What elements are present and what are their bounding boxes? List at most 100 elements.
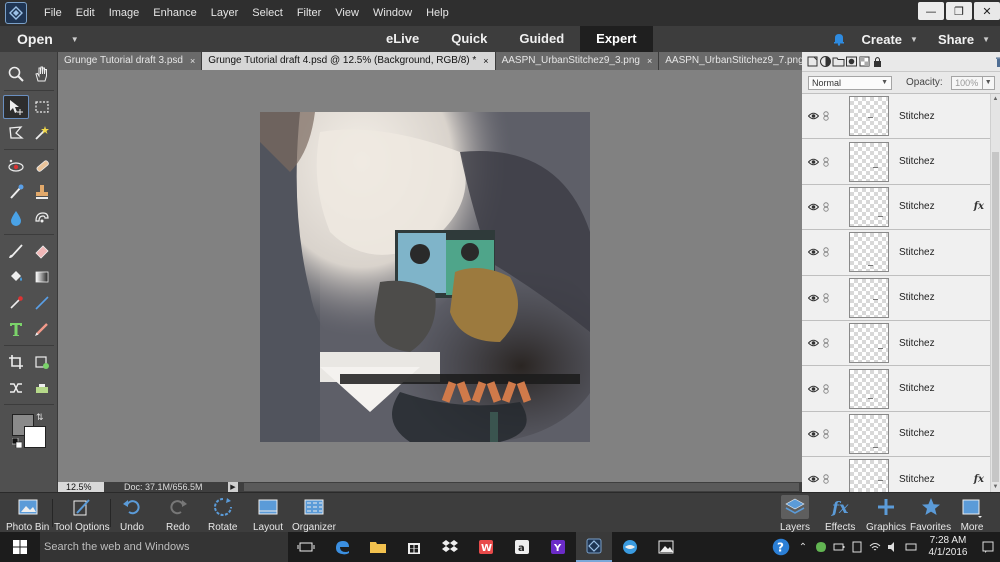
layer-thumbnail[interactable] bbox=[849, 277, 889, 318]
layer-mask-icon[interactable] bbox=[845, 53, 858, 71]
menu-help[interactable]: Help bbox=[419, 0, 456, 26]
new-group-icon[interactable] bbox=[832, 53, 845, 71]
paint-bucket-icon[interactable] bbox=[3, 265, 29, 289]
layer-thumbnail[interactable] bbox=[849, 368, 889, 409]
layer-row[interactable]: Stitchez bbox=[802, 230, 990, 276]
line-tool-icon[interactable] bbox=[29, 291, 55, 315]
spot-healing-icon[interactable] bbox=[29, 154, 55, 178]
create-dropdown[interactable]: Create ▼ bbox=[852, 32, 928, 47]
menu-image[interactable]: Image bbox=[102, 0, 147, 26]
visibility-eye-icon[interactable] bbox=[808, 158, 820, 166]
scroll-down-icon[interactable]: ▼ bbox=[991, 482, 1000, 492]
visibility-eye-icon[interactable] bbox=[808, 203, 820, 211]
opacity-field[interactable]: 100% bbox=[950, 75, 983, 90]
menu-enhance[interactable]: Enhance bbox=[146, 0, 203, 26]
layer-row[interactable]: Stitchez bbox=[802, 320, 990, 367]
tablet-icon[interactable] bbox=[848, 541, 866, 553]
menu-layer[interactable]: Layer bbox=[204, 0, 246, 26]
layer-thumbnail[interactable] bbox=[849, 186, 889, 227]
opacity-chevron-down-icon[interactable]: ▼ bbox=[982, 75, 995, 90]
lock-transparency-icon[interactable] bbox=[858, 53, 871, 71]
menu-window[interactable]: Window bbox=[366, 0, 419, 26]
yahoo-icon[interactable]: Y bbox=[540, 532, 576, 562]
tray-chevron-up-icon[interactable]: ⌃ bbox=[794, 542, 812, 553]
layers-button[interactable]: Layers bbox=[780, 495, 810, 533]
layer-thumbnail[interactable] bbox=[849, 413, 889, 454]
open-chevron-down-icon[interactable]: ▼ bbox=[71, 35, 79, 44]
scroll-up-icon[interactable]: ▲ bbox=[991, 94, 1000, 104]
layer-row[interactable]: Stitchez bbox=[802, 275, 990, 321]
file-explorer-icon[interactable] bbox=[360, 532, 396, 562]
blur-tool-icon[interactable] bbox=[3, 206, 29, 230]
minimize-button[interactable]: — bbox=[918, 2, 944, 20]
photos-app-icon[interactable] bbox=[648, 532, 684, 562]
layer-row[interactable]: Stitchez fx bbox=[802, 457, 990, 492]
zoom-tool-icon[interactable] bbox=[3, 62, 29, 86]
doc-tab-grunge-draft-4[interactable]: Grunge Tutorial draft 4.psd @ 12.5% (Bac… bbox=[202, 52, 496, 70]
menu-file[interactable]: File bbox=[37, 0, 69, 26]
layer-thumbnail[interactable] bbox=[849, 141, 889, 182]
visibility-eye-icon[interactable] bbox=[808, 294, 820, 302]
amazon-icon[interactable]: a bbox=[504, 532, 540, 562]
default-colors-icon[interactable] bbox=[12, 438, 22, 448]
gradient-tool-icon[interactable] bbox=[29, 265, 55, 289]
rectangular-marquee-icon[interactable] bbox=[29, 95, 55, 119]
link-chain-icon[interactable] bbox=[823, 429, 833, 439]
layout-button[interactable]: Layout bbox=[253, 495, 283, 533]
restore-button[interactable]: ❐ bbox=[946, 2, 972, 20]
tab-guided[interactable]: Guided bbox=[503, 26, 580, 52]
layer-row[interactable]: Stitchez bbox=[802, 139, 990, 185]
doc-tab-urbanstitchez-7[interactable]: AASPN_UrbanStitchez9_7.png× bbox=[659, 52, 802, 70]
layer-row[interactable]: Stitchez bbox=[802, 94, 990, 140]
layer-thumbnail[interactable] bbox=[849, 323, 889, 364]
organizer-button[interactable]: Organizer bbox=[292, 495, 336, 533]
pencil-tool-icon[interactable] bbox=[29, 317, 55, 341]
favorites-button[interactable]: Favorites bbox=[910, 495, 951, 533]
document-canvas[interactable] bbox=[260, 112, 590, 442]
layer-row[interactable]: Stitchez bbox=[802, 411, 990, 458]
close-tab-icon[interactable]: × bbox=[190, 52, 195, 70]
zoom-level-field[interactable]: 12.5% bbox=[58, 482, 104, 492]
wps-office-icon[interactable]: W bbox=[468, 532, 504, 562]
open-button[interactable]: Open ▼ bbox=[17, 31, 79, 47]
windows-start-button[interactable] bbox=[0, 532, 40, 562]
clone-stamp-icon[interactable] bbox=[29, 180, 55, 204]
edge-browser-icon[interactable] bbox=[324, 532, 360, 562]
photoshop-elements-icon[interactable] bbox=[576, 532, 612, 562]
status-menu-arrow-icon[interactable]: ▶ bbox=[228, 482, 238, 492]
horizontal-scrollbar[interactable] bbox=[244, 483, 799, 491]
layer-thumbnail[interactable] bbox=[849, 96, 889, 137]
layer-thumbnail[interactable] bbox=[849, 232, 889, 273]
layer-row[interactable]: Stitchez bbox=[802, 366, 990, 412]
blend-mode-select[interactable]: Normal ▼ bbox=[808, 75, 892, 90]
smart-brush-icon[interactable] bbox=[3, 180, 29, 204]
brush-tool-icon[interactable] bbox=[3, 239, 29, 263]
tab-quick[interactable]: Quick bbox=[435, 26, 503, 52]
more-button[interactable]: More bbox=[958, 495, 986, 533]
link-chain-icon[interactable] bbox=[823, 202, 833, 212]
layer-fx-icon[interactable]: fx bbox=[974, 201, 984, 212]
taskbar-clock[interactable]: 7:28 AM 4/1/2016 bbox=[920, 535, 976, 559]
new-layer-icon[interactable] bbox=[806, 53, 819, 71]
help-question-icon[interactable]: ? bbox=[768, 538, 794, 556]
undo-button[interactable]: Undo bbox=[118, 495, 146, 533]
keyboard-icon[interactable] bbox=[902, 541, 920, 553]
eyedropper-icon[interactable] bbox=[3, 291, 29, 315]
link-chain-icon[interactable] bbox=[823, 474, 833, 484]
tool-options-button[interactable]: Tool Options bbox=[54, 495, 110, 533]
delete-layer-icon[interactable] bbox=[994, 53, 1000, 71]
canvas-area[interactable] bbox=[58, 70, 802, 482]
close-tab-icon[interactable]: × bbox=[647, 52, 652, 70]
layers-vertical-scrollbar[interactable]: ▲ ▼ bbox=[990, 94, 1000, 492]
magic-wand-icon[interactable] bbox=[29, 121, 55, 145]
redo-button[interactable]: Redo bbox=[164, 495, 192, 533]
lasso-tool-icon[interactable] bbox=[3, 121, 29, 145]
straighten-tool-icon[interactable] bbox=[29, 376, 55, 400]
effects-button[interactable]: fx Effects bbox=[825, 495, 855, 533]
layer-fx-icon[interactable]: fx bbox=[974, 474, 984, 485]
scrollbar-thumb[interactable] bbox=[992, 152, 999, 482]
dropbox-icon[interactable] bbox=[432, 532, 468, 562]
visibility-eye-icon[interactable] bbox=[808, 112, 820, 120]
recompose-tool-icon[interactable] bbox=[29, 350, 55, 374]
photo-bin-button[interactable]: Photo Bin bbox=[6, 495, 49, 533]
